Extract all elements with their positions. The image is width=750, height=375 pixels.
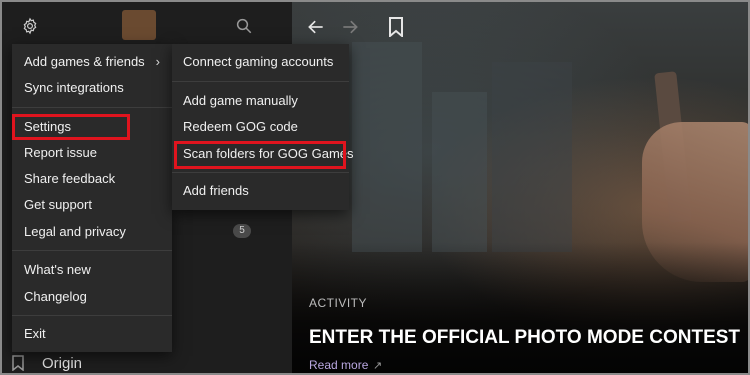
settings-highlight-box xyxy=(12,114,130,140)
submenu-item-label: Add friends xyxy=(183,183,249,198)
menu-item-label: Legal and privacy xyxy=(24,224,126,239)
chevron-right-icon: › xyxy=(155,54,160,69)
bookmark-icon[interactable] xyxy=(386,16,406,38)
menu-divider xyxy=(12,250,172,251)
menu-item-label: Share feedback xyxy=(24,171,116,186)
menu-item-sync-integrations[interactable]: Sync integrations xyxy=(12,75,172,101)
submenu-item-label: Add game manually xyxy=(183,93,298,108)
gear-icon[interactable] xyxy=(20,16,40,36)
menu-divider xyxy=(12,107,172,108)
menu-item-whats-new[interactable]: What's new xyxy=(12,257,172,283)
settings-menu: Add games & friends › Sync integrations … xyxy=(12,44,172,352)
sidebar-item-label: Origin xyxy=(42,354,83,372)
scan-folders-highlight-box xyxy=(174,141,346,169)
menu-divider xyxy=(12,315,172,316)
arrow-up-right-icon: ↗ xyxy=(373,360,383,372)
menu-item-label: Changelog xyxy=(24,289,87,304)
menu-divider xyxy=(172,172,349,173)
menu-item-label: What's new xyxy=(24,262,91,277)
hero-headline: ENTER THE OFFICIAL PHOTO MODE CONTEST xyxy=(309,327,741,348)
submenu-item-redeem-code[interactable]: Redeem GOG code xyxy=(172,114,349,140)
menu-divider xyxy=(172,81,349,82)
submenu-item-add-game-manually[interactable]: Add game manually xyxy=(172,88,349,114)
search-icon[interactable] xyxy=(234,16,254,36)
menu-item-label: Report issue xyxy=(24,145,97,160)
arrow-left-icon[interactable] xyxy=(305,16,327,38)
menu-item-share-feedback[interactable]: Share feedback xyxy=(12,166,172,192)
add-games-submenu: Connect gaming accounts Add game manuall… xyxy=(172,44,354,210)
submenu-item-add-friends[interactable]: Add friends xyxy=(172,178,349,204)
submenu-item-connect-accounts[interactable]: Connect gaming accounts xyxy=(172,49,349,75)
menu-item-label: Add games & friends xyxy=(24,54,145,69)
menu-item-changelog[interactable]: Changelog xyxy=(12,284,172,310)
bookmark-icon xyxy=(12,355,24,371)
app-window: 5 Origin ACTIVITY ENTER THE OFFICIAL PHO… xyxy=(0,0,750,375)
section-label: ACTIVITY xyxy=(309,296,368,310)
count-badge: 5 xyxy=(233,224,251,238)
avatar[interactable] xyxy=(122,10,156,40)
menu-item-label: Exit xyxy=(24,326,46,341)
menu-item-legal-privacy[interactable]: Legal and privacy xyxy=(12,219,172,245)
read-more-link[interactable]: Read more xyxy=(309,358,368,372)
menu-item-report-issue[interactable]: Report issue xyxy=(12,140,172,166)
menu-item-add-games-friends[interactable]: Add games & friends › xyxy=(12,49,172,75)
arrow-right-icon[interactable] xyxy=(339,16,361,38)
submenu-item-label: Connect gaming accounts xyxy=(183,54,334,69)
menu-item-label: Sync integrations xyxy=(24,80,124,95)
sidebar-item-origin[interactable]: Origin xyxy=(12,352,83,373)
menu-item-get-support[interactable]: Get support xyxy=(12,192,172,218)
submenu-item-label: Redeem GOG code xyxy=(183,119,298,134)
menu-item-label: Get support xyxy=(24,197,92,212)
menu-item-exit[interactable]: Exit xyxy=(12,321,172,347)
